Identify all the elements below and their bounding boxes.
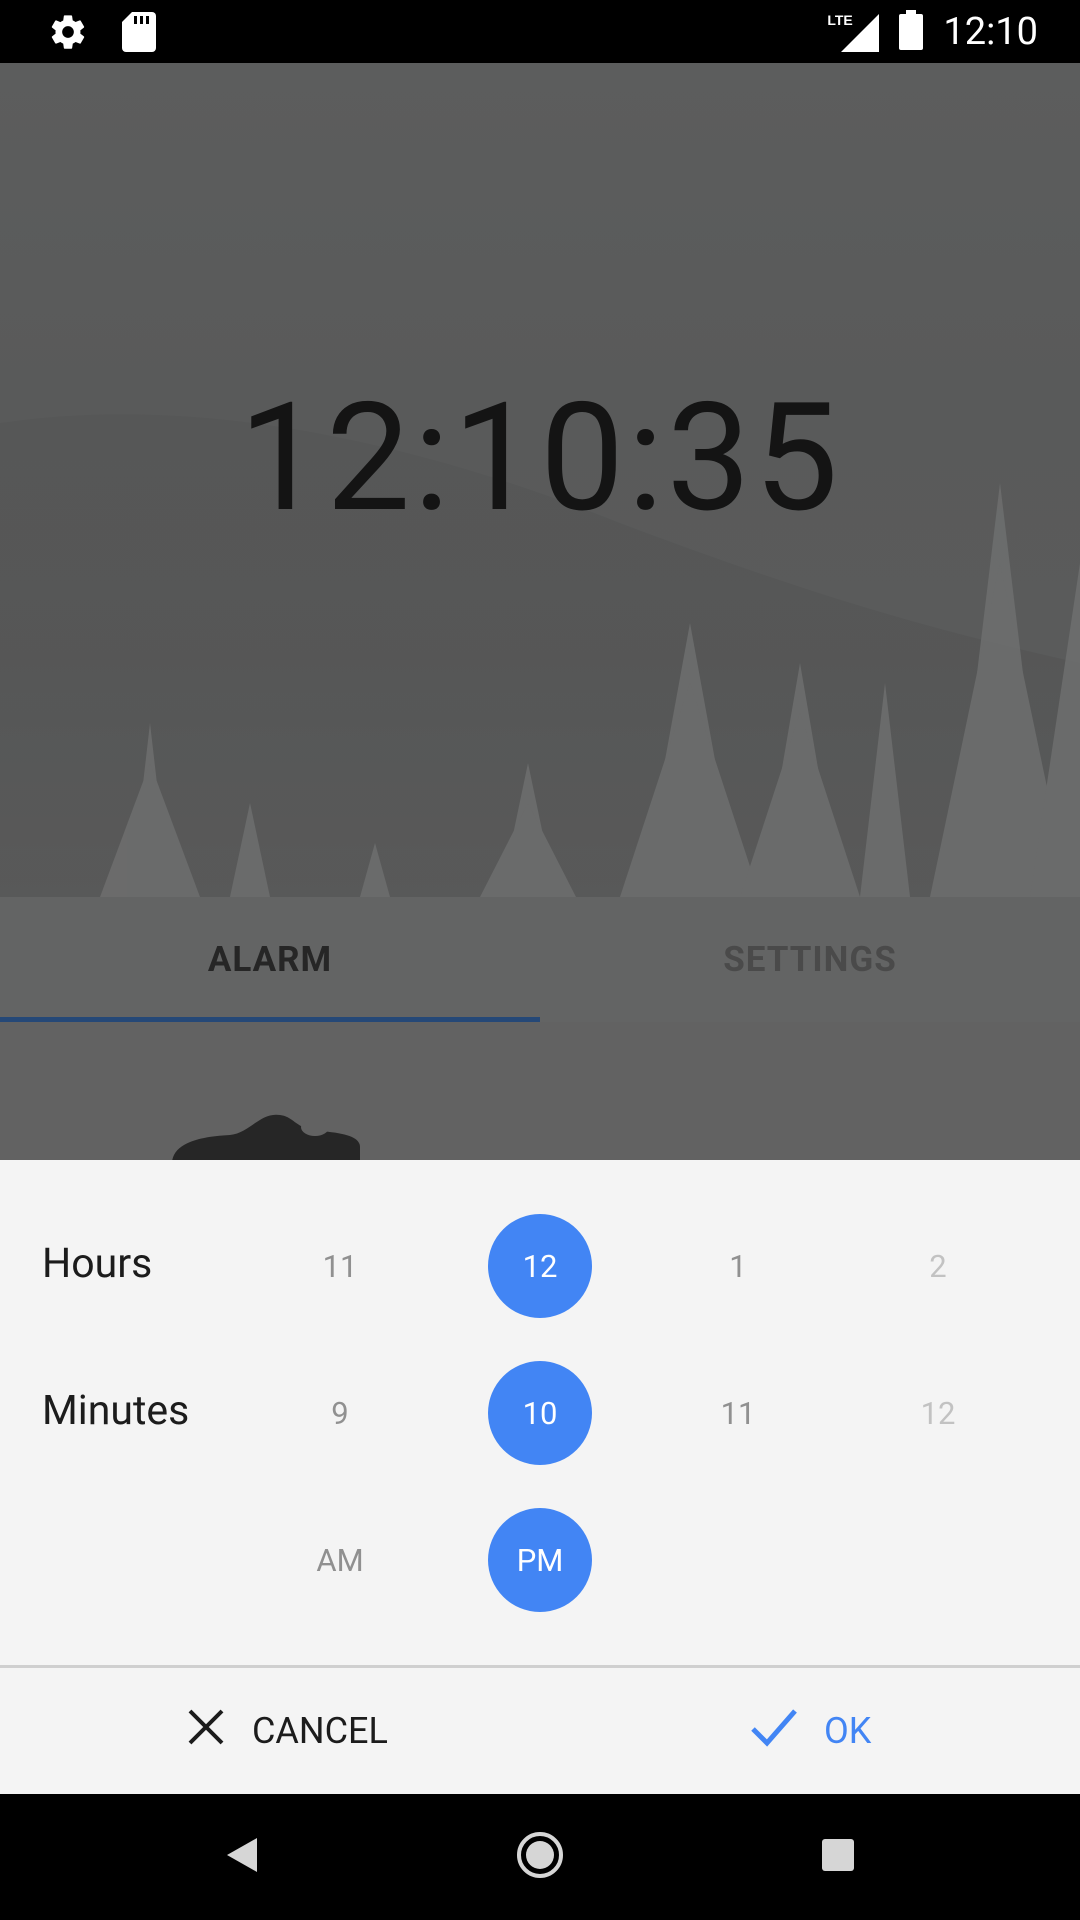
- pm-option-selected[interactable]: PM: [488, 1508, 592, 1612]
- clock-background: 12:10:35: [0, 63, 1080, 897]
- check-icon: [750, 1707, 798, 1756]
- home-button[interactable]: [480, 1794, 600, 1920]
- hour-option[interactable]: 11: [288, 1214, 392, 1318]
- alarm-illustration: [172, 1114, 360, 1160]
- am-option[interactable]: AM: [288, 1508, 392, 1612]
- cancel-button[interactable]: CANCEL: [186, 1668, 388, 1794]
- hour-option[interactable]: 1: [686, 1214, 790, 1318]
- ok-label: OK: [824, 1710, 872, 1752]
- tab-settings[interactable]: SETTINGS: [540, 897, 1080, 1022]
- back-button[interactable]: [182, 1794, 302, 1920]
- time-picker-sheet: Hours 11 12 1 2 Minutes 9 10 11 12 AM PM…: [0, 1160, 1080, 1794]
- navigation-bar: [0, 1794, 1080, 1920]
- minute-option[interactable]: 12: [886, 1361, 990, 1465]
- hours-label: Hours: [42, 1240, 153, 1288]
- alarm-content: [0, 1022, 1080, 1160]
- recents-icon: [821, 1838, 855, 1876]
- sd-card-icon: [122, 12, 156, 56]
- minute-option-selected[interactable]: 10: [488, 1361, 592, 1465]
- home-icon: [515, 1830, 565, 1884]
- hour-option-selected[interactable]: 12: [488, 1214, 592, 1318]
- status-bar: LTE 12:10: [0, 0, 1080, 63]
- hour-option[interactable]: 2: [886, 1214, 990, 1318]
- cancel-label: CANCEL: [252, 1710, 388, 1752]
- recents-button[interactable]: [778, 1794, 898, 1920]
- battery-icon: [899, 10, 924, 54]
- sheet-divider: [0, 1665, 1080, 1668]
- clock-display: 12:10:35: [238, 370, 842, 546]
- minutes-label: Minutes: [42, 1387, 190, 1435]
- minute-option[interactable]: 11: [686, 1361, 790, 1465]
- minute-option[interactable]: 9: [288, 1361, 392, 1465]
- settings-icon: [48, 12, 88, 56]
- ok-button[interactable]: OK: [750, 1668, 871, 1794]
- tab-alarm[interactable]: ALARM: [0, 897, 540, 1022]
- status-time: 12:10: [943, 10, 1038, 54]
- lte-signal-icon: LTE: [827, 12, 880, 52]
- close-icon: [186, 1707, 226, 1756]
- tab-bar: ALARM SETTINGS: [0, 897, 1080, 1022]
- back-icon: [225, 1836, 259, 1878]
